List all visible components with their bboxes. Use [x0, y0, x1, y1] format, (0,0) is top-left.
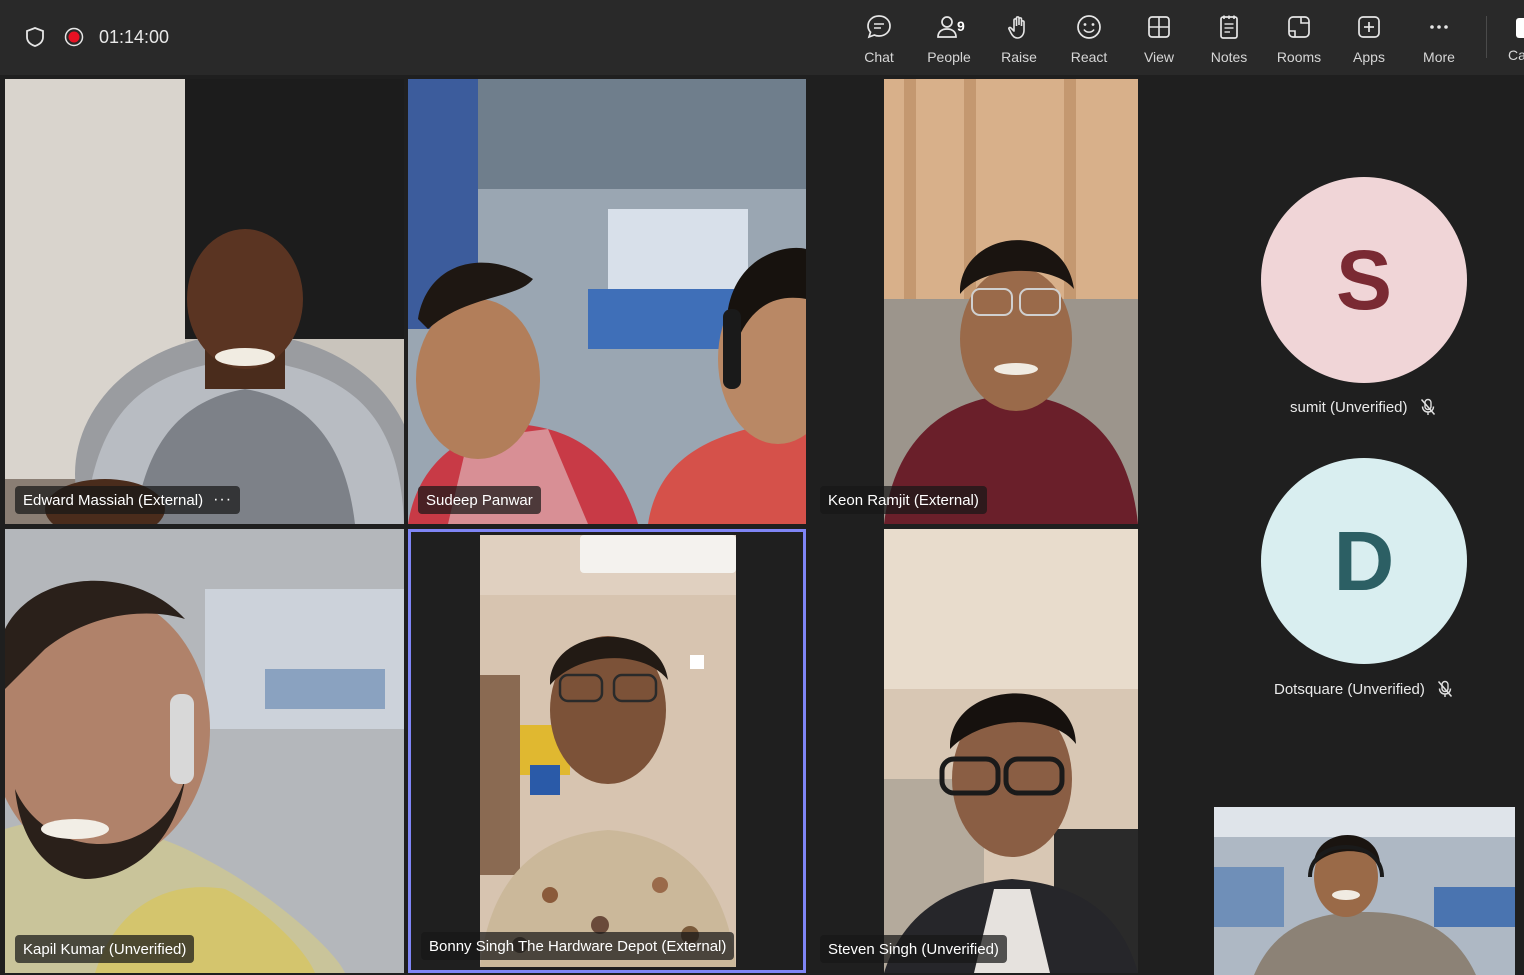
avatar: S [1261, 177, 1467, 383]
participant-name: Steven Singh (Unverified) [828, 940, 999, 958]
participant-name-tag: Bonny Singh The Hardware Depot (External… [421, 932, 735, 960]
chat-button[interactable]: Chat [848, 10, 910, 66]
video-tile-kapil-kumar[interactable]: Kapil Kumar (Unverified) [5, 529, 404, 973]
video-tile-keon-ramjit[interactable]: Keon Ramjit (External) [810, 79, 1138, 524]
self-video-feed [1214, 807, 1515, 975]
shield-icon[interactable] [24, 26, 46, 48]
participant-name: Keon Ramjit (External) [828, 491, 979, 509]
participant-name: Kapil Kumar (Unverified) [23, 940, 187, 958]
video-tile-bonny-singh-active-speaker[interactable]: Bonny Singh The Hardware Depot (External… [408, 529, 806, 973]
participant-video-feed [884, 79, 1138, 524]
self-view-preview[interactable] [1214, 807, 1515, 975]
more-label: More [1423, 49, 1455, 65]
people-label: People [927, 49, 971, 65]
smiley-icon [1077, 15, 1101, 39]
react-button[interactable]: React [1058, 10, 1120, 66]
participant-name-tag: Edward Massiah (External) ··· [15, 486, 241, 514]
recording-icon [64, 27, 84, 47]
notes-icon [1220, 15, 1238, 39]
participant-name-label: Dotsquare (Unverified) [1274, 680, 1453, 698]
camera-label: Camera [1508, 47, 1524, 63]
video-tile-sudeep-panwar[interactable]: Sudeep Panwar [408, 79, 806, 524]
mic-muted-icon [1437, 680, 1452, 697]
camera-icon [1516, 18, 1524, 38]
participant-video-feed [5, 79, 404, 524]
react-label: React [1070, 49, 1108, 65]
participant-video-feed [480, 535, 736, 967]
apps-button[interactable]: Apps [1338, 10, 1400, 66]
meeting-toolbar: 01:14:00 Chat 9 People Raise React View … [0, 0, 1524, 75]
raise-hand-button[interactable]: Raise [988, 10, 1050, 66]
participant-name-tag: Keon Ramjit (External) [820, 486, 987, 514]
participant-video-feed [5, 529, 404, 973]
participant-name-tag: Kapil Kumar (Unverified) [15, 935, 195, 963]
participant-more-options[interactable]: ··· [213, 491, 232, 509]
rooms-icon [1288, 16, 1310, 38]
apps-label: Apps [1353, 49, 1385, 65]
participant-video-feed [884, 529, 1138, 973]
notes-button[interactable]: Notes [1198, 10, 1260, 66]
chat-label: Chat [864, 49, 894, 65]
participant-name-tag: Steven Singh (Unverified) [820, 935, 1007, 963]
rooms-button[interactable]: Rooms [1268, 10, 1330, 66]
participant-name-tag: Sudeep Panwar [418, 486, 541, 514]
participant-name: Dotsquare (Unverified) [1274, 680, 1425, 698]
view-button[interactable]: View [1128, 10, 1190, 66]
people-count-badge: 9 [957, 18, 965, 34]
add-app-icon [1358, 16, 1380, 38]
chat-icon [867, 15, 891, 39]
ellipsis-icon [1430, 25, 1448, 29]
toolbar-divider [1486, 16, 1487, 58]
grid-view-icon [1148, 16, 1170, 38]
participant-name: sumit (Unverified) [1290, 398, 1408, 416]
notes-label: Notes [1210, 49, 1248, 65]
hand-icon [1008, 16, 1025, 39]
view-label: View [1143, 49, 1175, 65]
raise-label: Raise [1001, 49, 1037, 65]
more-button[interactable]: More [1408, 10, 1470, 66]
participant-video-feed [408, 79, 806, 524]
call-timer: 01:14:00 [99, 27, 170, 47]
rooms-label: Rooms [1276, 49, 1322, 65]
participant-name: Bonny Singh The Hardware Depot (External… [429, 937, 727, 955]
avatar-initial: S [1335, 232, 1393, 327]
camera-button[interactable]: Camera [1500, 10, 1524, 66]
participant-name-label: sumit (Unverified) [1290, 398, 1436, 416]
participant-name: Edward Massiah (External) [23, 491, 204, 509]
people-button[interactable]: 9 People [918, 10, 980, 66]
avatar-initial: D [1333, 513, 1395, 608]
avatar: D [1261, 458, 1467, 664]
mic-muted-icon [1420, 398, 1435, 415]
video-tile-steven-singh[interactable]: Steven Singh (Unverified) [810, 529, 1138, 973]
video-tile-edward-massiah[interactable]: Edward Massiah (External) ··· [5, 79, 404, 524]
participant-name: Sudeep Panwar [426, 491, 533, 509]
